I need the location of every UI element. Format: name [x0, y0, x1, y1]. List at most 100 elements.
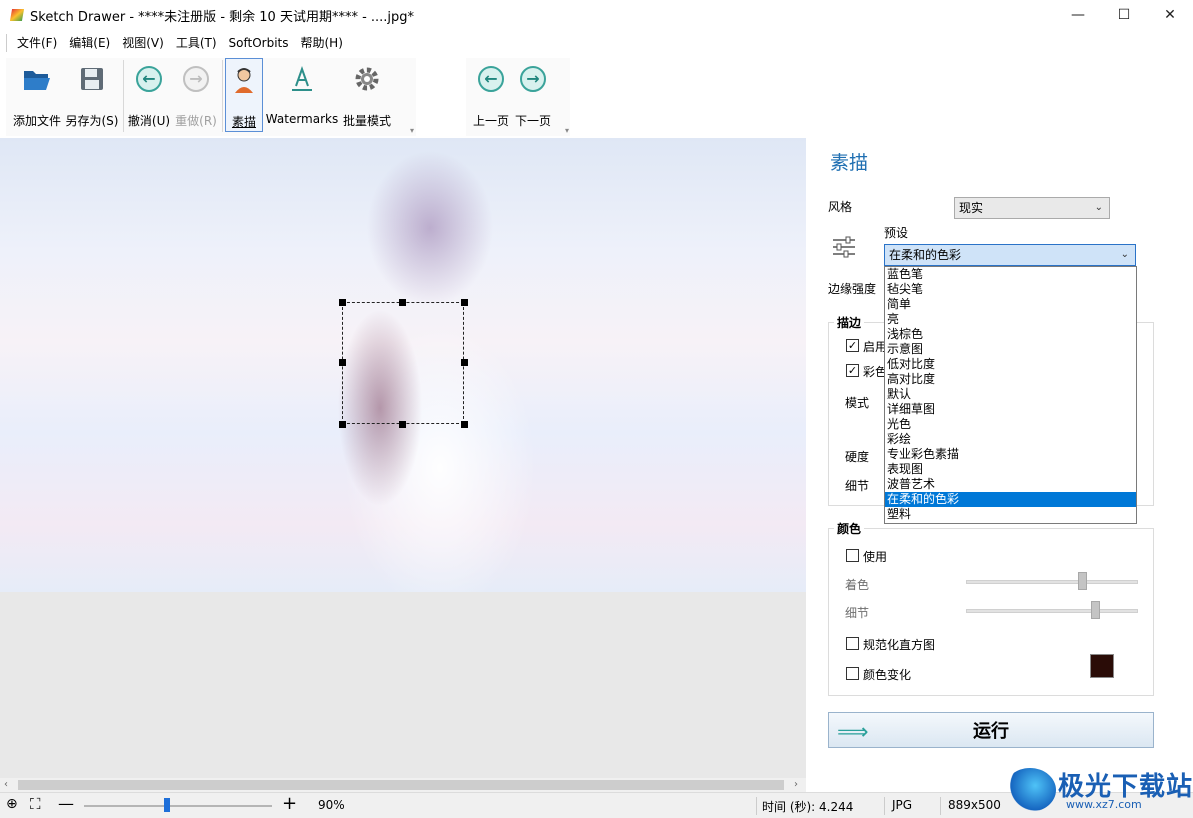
preset-option[interactable]: 蓝色笔	[885, 267, 1136, 282]
forward-arrow-icon: →	[516, 62, 550, 96]
watermarks-button[interactable]: Watermarks	[266, 58, 338, 132]
preset-option[interactable]: 低对比度	[885, 357, 1136, 372]
preset-option[interactable]: 详细草图	[885, 402, 1136, 417]
chevron-down-icon: ⌄	[1120, 249, 1129, 260]
color-change-checkbox[interactable]	[846, 667, 859, 680]
site-watermark: 极光下载站 www.xz7.com	[1000, 760, 1193, 818]
menu-bar: 文件(F) 编辑(E) 视图(V) 工具(T) SoftOrbits 帮助(H)	[0, 30, 1193, 56]
menu-help[interactable]: 帮助(H)	[294, 32, 348, 54]
normalize-checkbox[interactable]	[846, 637, 859, 650]
chevron-down-icon: ⌄	[1094, 202, 1103, 213]
status-separator	[756, 797, 757, 815]
preset-option[interactable]: 高对比度	[885, 372, 1136, 387]
title-bar: Sketch Drawer - ****未注册版 - 剩余 10 天试用期***…	[0, 0, 1193, 30]
undo-button[interactable]: ← 撤消(U)	[126, 58, 172, 132]
preset-label: 预设	[884, 226, 909, 240]
watermark-url: www.xz7.com	[1066, 798, 1142, 811]
sketch-button[interactable]: 素描	[225, 58, 263, 132]
redo-button[interactable]: → 重做(R)	[173, 58, 219, 132]
preset-option[interactable]: 亮	[885, 312, 1136, 327]
style-label: 风格	[828, 200, 853, 214]
preset-option[interactable]: 彩绘	[885, 432, 1136, 447]
minimize-button[interactable]: —	[1055, 0, 1101, 30]
resize-handle[interactable]	[399, 299, 406, 306]
prev-page-button[interactable]: ← 上一页	[470, 58, 512, 132]
tint-slider-thumb[interactable]	[1078, 572, 1087, 590]
toolbar: 添加文件 另存为(S) ← 撤消(U) → 重做(R) 素描 Watermark…	[0, 56, 1193, 138]
menu-view[interactable]: 视图(V)	[116, 32, 170, 54]
scroll-right-icon[interactable]: ›	[794, 778, 798, 792]
preset-option[interactable]: 专业彩色素描	[885, 447, 1136, 462]
resize-handle[interactable]	[461, 359, 468, 366]
preset-select[interactable]: 在柔和的色彩 ⌄	[884, 244, 1136, 266]
selection-rectangle[interactable]	[342, 302, 464, 424]
preset-option[interactable]: 波普艺术	[885, 477, 1136, 492]
zoom-slider-thumb[interactable]	[164, 798, 170, 812]
letter-a-icon	[285, 62, 319, 96]
resize-handle[interactable]	[339, 421, 346, 428]
color-swatch[interactable]	[1090, 654, 1114, 678]
use-label: 使用	[863, 550, 888, 564]
tint-slider[interactable]	[966, 580, 1138, 584]
sliders-settings-icon	[832, 236, 856, 258]
preset-option[interactable]: 示意图	[885, 342, 1136, 357]
save-as-button[interactable]: 另存为(S)	[64, 58, 120, 132]
scrollbar-thumb[interactable]	[18, 780, 784, 790]
status-separator	[884, 797, 885, 815]
image-format: JPG	[892, 798, 913, 812]
panel-title: 素描	[830, 152, 869, 174]
preset-dropdown-list[interactable]: 蓝色笔 毡尖笔 简单 亮 浅棕色 示意图 低对比度 高对比度 默认 详细草图 光…	[884, 266, 1137, 524]
preset-option[interactable]: 光色	[885, 417, 1136, 432]
image-size: 889x500	[948, 798, 1001, 812]
use-checkbox[interactable]	[846, 549, 859, 562]
add-file-label: 添加文件	[12, 114, 61, 128]
close-button[interactable]: ✕	[1147, 0, 1193, 30]
preset-option[interactable]: 毡尖笔	[885, 282, 1136, 297]
style-select[interactable]: 现实 ⌄	[954, 197, 1110, 219]
add-file-button[interactable]: 添加文件	[10, 58, 64, 132]
next-page-button[interactable]: → 下一页	[512, 58, 554, 132]
zoom-magnifier-icon[interactable]: ⊕	[6, 796, 18, 812]
fit-to-window-icon[interactable]: ⛶	[30, 795, 41, 813]
horizontal-scrollbar[interactable]: ‹ ›	[0, 778, 806, 792]
enable-checkbox[interactable]: ✓	[846, 339, 859, 352]
zoom-slider[interactable]	[84, 805, 272, 807]
preset-option[interactable]: 塑料	[885, 507, 1136, 522]
resize-handle[interactable]	[339, 299, 346, 306]
detail-slider-thumb[interactable]	[1091, 601, 1100, 619]
preset-option-selected[interactable]: 在柔和的色彩	[885, 492, 1136, 507]
menu-file[interactable]: 文件(F)	[11, 32, 63, 54]
preset-option[interactable]: 表现图	[885, 462, 1136, 477]
menu-tools[interactable]: 工具(T)	[170, 32, 223, 54]
toolbar-overflow-icon[interactable]: ▾	[410, 126, 414, 135]
resize-handle[interactable]	[399, 421, 406, 428]
watermark-logo-icon	[1004, 768, 1056, 812]
style-value: 现实	[959, 201, 984, 215]
toolbar-overflow-icon[interactable]: ▾	[565, 126, 569, 135]
image-canvas[interactable]	[0, 138, 806, 778]
gear-icon	[350, 62, 384, 96]
edge-strength-label: 边缘强度	[828, 282, 877, 296]
resize-handle[interactable]	[339, 359, 346, 366]
menu-softorbits[interactable]: SoftOrbits	[223, 32, 295, 54]
run-button[interactable]: ⟹ 运行	[828, 712, 1154, 748]
save-floppy-icon	[75, 62, 109, 96]
next-page-label: 下一页	[514, 114, 551, 128]
preset-option[interactable]: 浅棕色	[885, 327, 1136, 342]
color-checkbox[interactable]: ✓	[846, 364, 859, 377]
maximize-button[interactable]: ☐	[1101, 0, 1147, 30]
preset-option[interactable]: 简单	[885, 297, 1136, 312]
batch-mode-button[interactable]: 批量模式	[340, 58, 394, 132]
save-as-label: 另存为(S)	[65, 114, 119, 128]
resize-handle[interactable]	[461, 299, 468, 306]
redo-label: 重做(R)	[175, 114, 217, 128]
preset-option[interactable]: 默认	[885, 387, 1136, 402]
menu-edit[interactable]: 编辑(E)	[63, 32, 116, 54]
zoom-out-icon[interactable]: —	[58, 794, 74, 813]
scroll-left-icon[interactable]: ‹	[4, 778, 8, 792]
zoom-in-icon[interactable]: +	[282, 793, 297, 814]
back-arrow-icon: ←	[474, 62, 508, 96]
detail-slider[interactable]	[966, 609, 1138, 613]
resize-handle[interactable]	[461, 421, 468, 428]
toolbar-separator	[222, 60, 223, 132]
